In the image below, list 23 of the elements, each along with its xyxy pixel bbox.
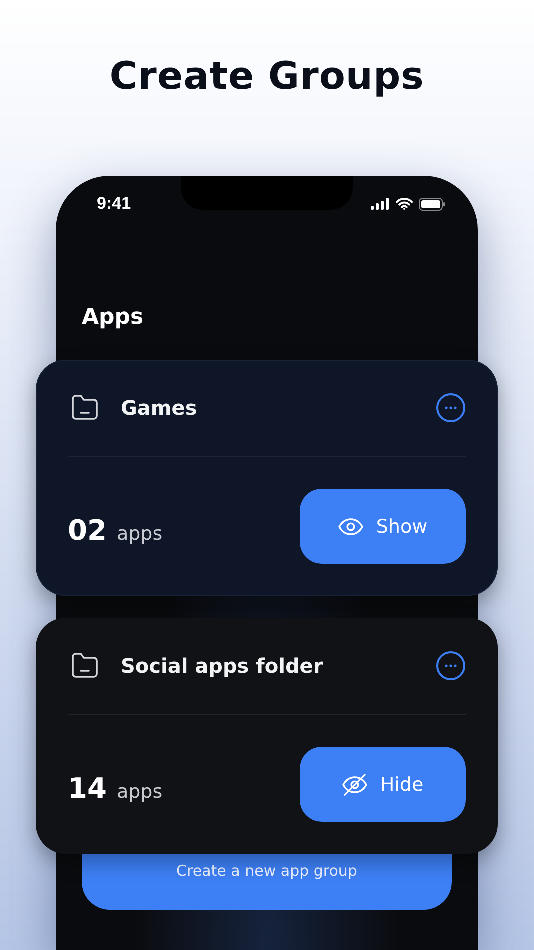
headline: Create Groups [108, 53, 426, 100]
toggle-button[interactable]: Show [300, 489, 466, 564]
signal-icon [371, 198, 390, 210]
count-unit: apps [116, 523, 163, 545]
more-icon[interactable] [436, 651, 466, 681]
group-name: Social apps folder [121, 654, 324, 678]
group-card[interactable]: Social apps folder 14 apps Hide [36, 618, 498, 854]
toggle-button[interactable]: Hide [300, 747, 466, 822]
battery-icon [419, 198, 446, 210]
folder-icon [71, 395, 99, 421]
screen-title: Apps [82, 304, 145, 332]
folder-icon [71, 653, 99, 679]
create-group-button[interactable]: Create a new app group [82, 854, 452, 910]
group-card[interactable]: Games 02 apps Show [36, 360, 498, 596]
app-count: 14 [68, 772, 107, 805]
eye-slash-icon [342, 772, 368, 796]
app-count: 02 [68, 514, 107, 547]
group-name: Games [121, 396, 198, 420]
count-unit: apps [116, 781, 163, 803]
wifi-icon [396, 198, 413, 210]
status-time: 9:41 [97, 194, 132, 214]
eye-icon [338, 518, 364, 536]
more-icon[interactable] [436, 393, 466, 423]
